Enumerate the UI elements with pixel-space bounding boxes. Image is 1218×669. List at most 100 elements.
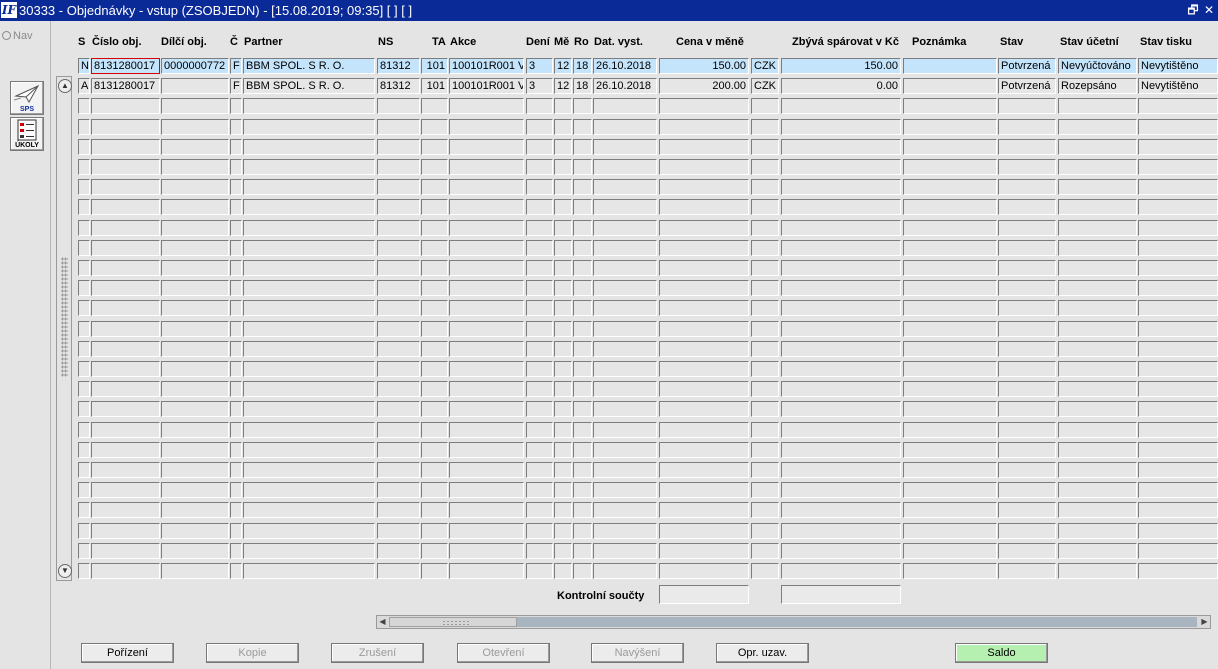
cell-stav[interactable]: Potvrzená (998, 78, 1056, 94)
column-header-zbyva-sparovat[interactable]: Zbývá spárovat v Kč (792, 36, 899, 48)
cell-akce[interactable] (449, 98, 524, 114)
cell-dilci-obj[interactable] (161, 442, 229, 458)
cell-ns[interactable] (377, 462, 420, 478)
cell-akce[interactable] (449, 321, 524, 337)
cell-ns[interactable]: 81312 (377, 78, 420, 94)
cell-s[interactable] (78, 199, 90, 215)
cell-stav[interactable] (998, 341, 1056, 357)
cell-ro[interactable]: 18 (573, 58, 592, 74)
cell-s[interactable] (78, 401, 90, 417)
cell-cena-v-mene[interactable] (659, 422, 749, 438)
cell-stav[interactable] (998, 543, 1056, 559)
cell-ns[interactable] (377, 98, 420, 114)
cell-poznamka[interactable] (903, 462, 997, 478)
cell-stav-ucetni[interactable] (1058, 300, 1137, 316)
cell-cena-v-mene[interactable] (659, 260, 749, 276)
cell-stav-tisku[interactable] (1138, 563, 1218, 579)
cell-partner[interactable] (243, 341, 375, 357)
cell-stav-ucetni[interactable] (1058, 179, 1137, 195)
close-window-icon[interactable]: ✕ (1202, 2, 1216, 18)
zruseni-button[interactable]: Zrušení (331, 643, 424, 663)
cell-poznamka[interactable] (903, 119, 997, 135)
cell-dilci-obj[interactable] (161, 139, 229, 155)
cell-stav[interactable] (998, 119, 1056, 135)
scroll-left-icon[interactable]: ◀ (377, 616, 388, 628)
cell-mena[interactable] (751, 462, 779, 478)
cell-poznamka[interactable] (903, 58, 997, 74)
cell-me[interactable] (554, 199, 572, 215)
cell-deni[interactable] (526, 240, 553, 256)
cell-cena-v-mene[interactable] (659, 462, 749, 478)
cell-dat-vyst[interactable] (593, 139, 657, 155)
cell-cena-v-mene[interactable] (659, 220, 749, 236)
cell-dilci-obj[interactable] (161, 381, 229, 397)
cell-stav[interactable] (998, 159, 1056, 175)
cell-dilci-obj[interactable] (161, 361, 229, 377)
cell-stav-ucetni[interactable] (1058, 119, 1137, 135)
cell-zbyva-sparovat[interactable] (781, 341, 901, 357)
cell-ta[interactable] (421, 199, 448, 215)
cell-dat-vyst[interactable] (593, 321, 657, 337)
cell-ro[interactable] (573, 462, 592, 478)
cell-me[interactable] (554, 422, 572, 438)
cell-ta[interactable] (421, 119, 448, 135)
cell-me[interactable] (554, 381, 572, 397)
cell-akce[interactable] (449, 119, 524, 135)
cell-ns[interactable] (377, 523, 420, 539)
cell-ns[interactable] (377, 341, 420, 357)
cell-cislo-obj[interactable] (91, 199, 160, 215)
column-header-dilci-obj[interactable]: Dílčí obj. (161, 36, 207, 48)
cell-partner[interactable] (243, 543, 375, 559)
cell-stav-ucetni[interactable] (1058, 341, 1137, 357)
column-header-poznamka[interactable]: Poznámka (912, 36, 966, 48)
nav-radio[interactable]: Nav (2, 30, 33, 42)
cell-ta[interactable]: 101 (421, 58, 448, 74)
cell-poznamka[interactable] (903, 523, 997, 539)
cell-stav-ucetni[interactable] (1058, 502, 1137, 518)
column-header-partner[interactable]: Partner (244, 36, 283, 48)
cell-c[interactable] (230, 422, 242, 438)
cell-stav-ucetni[interactable] (1058, 260, 1137, 276)
cell-cena-v-mene[interactable] (659, 159, 749, 175)
cell-stav[interactable] (998, 523, 1056, 539)
cell-stav-ucetni[interactable] (1058, 543, 1137, 559)
cell-deni[interactable] (526, 361, 553, 377)
saldo-button[interactable]: Saldo (955, 643, 1048, 663)
cell-cislo-obj[interactable] (91, 300, 160, 316)
cell-poznamka[interactable] (903, 220, 997, 236)
cell-ta[interactable] (421, 98, 448, 114)
cell-mena[interactable] (751, 139, 779, 155)
cell-stav-ucetni[interactable] (1058, 240, 1137, 256)
cell-partner[interactable] (243, 119, 375, 135)
cell-stav-ucetni[interactable]: Rozepsáno (1058, 78, 1137, 94)
cell-c[interactable] (230, 361, 242, 377)
cell-partner[interactable] (243, 321, 375, 337)
cell-ta[interactable] (421, 502, 448, 518)
cell-poznamka[interactable] (903, 321, 997, 337)
cell-s[interactable] (78, 462, 90, 478)
cell-ns[interactable] (377, 260, 420, 276)
cell-cislo-obj[interactable] (91, 381, 160, 397)
cell-stav[interactable] (998, 321, 1056, 337)
cell-ns[interactable] (377, 240, 420, 256)
cell-s[interactable]: A (78, 78, 90, 94)
cell-deni[interactable] (526, 341, 553, 357)
cell-stav-tisku[interactable]: Nevytištěno (1138, 78, 1218, 94)
cell-cislo-obj[interactable] (91, 563, 160, 579)
cell-partner[interactable] (243, 442, 375, 458)
cell-akce[interactable] (449, 179, 524, 195)
cell-ta[interactable] (421, 280, 448, 296)
cell-cena-v-mene[interactable]: 200.00 (659, 78, 749, 94)
cell-cena-v-mene[interactable] (659, 442, 749, 458)
cell-stav-ucetni[interactable] (1058, 159, 1137, 175)
cell-stav[interactable]: Potvrzená (998, 58, 1056, 74)
cell-akce[interactable] (449, 139, 524, 155)
cell-ro[interactable] (573, 502, 592, 518)
cell-dat-vyst[interactable] (593, 300, 657, 316)
cell-dat-vyst[interactable] (593, 240, 657, 256)
cell-dilci-obj[interactable] (161, 260, 229, 276)
cell-dat-vyst[interactable] (593, 179, 657, 195)
cell-zbyva-sparovat[interactable] (781, 563, 901, 579)
cell-stav[interactable] (998, 482, 1056, 498)
cell-me[interactable] (554, 179, 572, 195)
